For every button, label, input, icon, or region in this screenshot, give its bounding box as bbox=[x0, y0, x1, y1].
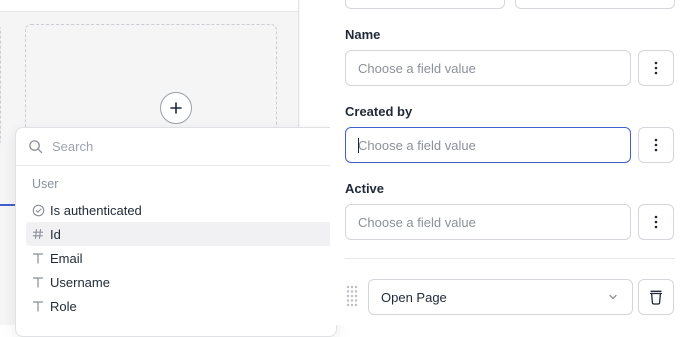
plus-icon bbox=[170, 102, 182, 114]
drop-zone[interactable] bbox=[25, 24, 277, 144]
properties-panel: Name Choose a field value Created by Cho… bbox=[330, 0, 685, 325]
active-options-button[interactable] bbox=[638, 204, 674, 240]
option-label: Is authenticated bbox=[50, 202, 142, 218]
check-circle-icon bbox=[26, 204, 50, 217]
dropdown-search-bar bbox=[16, 128, 336, 166]
text-type-icon bbox=[26, 276, 50, 288]
field-value-dropdown: User Is authenticated Id Email bbox=[15, 127, 337, 337]
more-vertical-icon bbox=[654, 61, 658, 75]
active-label: Active bbox=[345, 181, 385, 196]
option-is-authenticated[interactable]: Is authenticated bbox=[26, 198, 332, 222]
active-field[interactable]: Choose a field value bbox=[345, 204, 631, 240]
name-label: Name bbox=[345, 27, 381, 42]
text-type-icon bbox=[26, 300, 50, 312]
more-vertical-icon bbox=[654, 138, 658, 152]
section-divider bbox=[345, 258, 675, 259]
action-select[interactable]: Open Page bbox=[368, 279, 633, 315]
option-label: Email bbox=[50, 250, 83, 266]
hash-icon bbox=[26, 228, 50, 240]
more-vertical-icon bbox=[654, 215, 658, 229]
group-label-user: User bbox=[32, 177, 59, 191]
search-input[interactable] bbox=[52, 136, 322, 156]
option-label: Username bbox=[50, 274, 110, 290]
trash-icon bbox=[649, 290, 663, 305]
top-field-left[interactable] bbox=[345, 0, 505, 9]
option-username[interactable]: Username bbox=[26, 270, 332, 294]
option-role[interactable]: Role bbox=[26, 294, 332, 318]
text-type-icon bbox=[26, 252, 50, 264]
option-id[interactable]: Id bbox=[26, 222, 332, 246]
created-by-placeholder: Choose a field value bbox=[358, 137, 476, 153]
selection-indicator bbox=[0, 204, 16, 206]
drop-zone-partial bbox=[0, 24, 1, 146]
name-placeholder: Choose a field value bbox=[358, 60, 476, 76]
top-field-right[interactable] bbox=[515, 0, 675, 9]
name-options-button[interactable] bbox=[638, 50, 674, 86]
created-by-field[interactable]: Choose a field value bbox=[345, 127, 631, 163]
action-select-value: Open Page bbox=[381, 289, 447, 305]
delete-action-button[interactable] bbox=[638, 279, 674, 315]
name-field[interactable]: Choose a field value bbox=[345, 50, 631, 86]
canvas-top-strip bbox=[0, 0, 298, 12]
option-label: Role bbox=[50, 298, 77, 314]
active-placeholder: Choose a field value bbox=[358, 214, 476, 230]
add-component-button[interactable] bbox=[160, 92, 192, 124]
option-email[interactable]: Email bbox=[26, 246, 332, 270]
created-by-options-button[interactable] bbox=[638, 127, 674, 163]
search-icon bbox=[29, 140, 43, 154]
chevron-down-icon bbox=[609, 294, 617, 300]
text-caret bbox=[358, 138, 359, 153]
created-by-label: Created by bbox=[345, 104, 413, 119]
option-label: Id bbox=[50, 226, 61, 242]
drag-handle-icon[interactable] bbox=[345, 285, 359, 309]
